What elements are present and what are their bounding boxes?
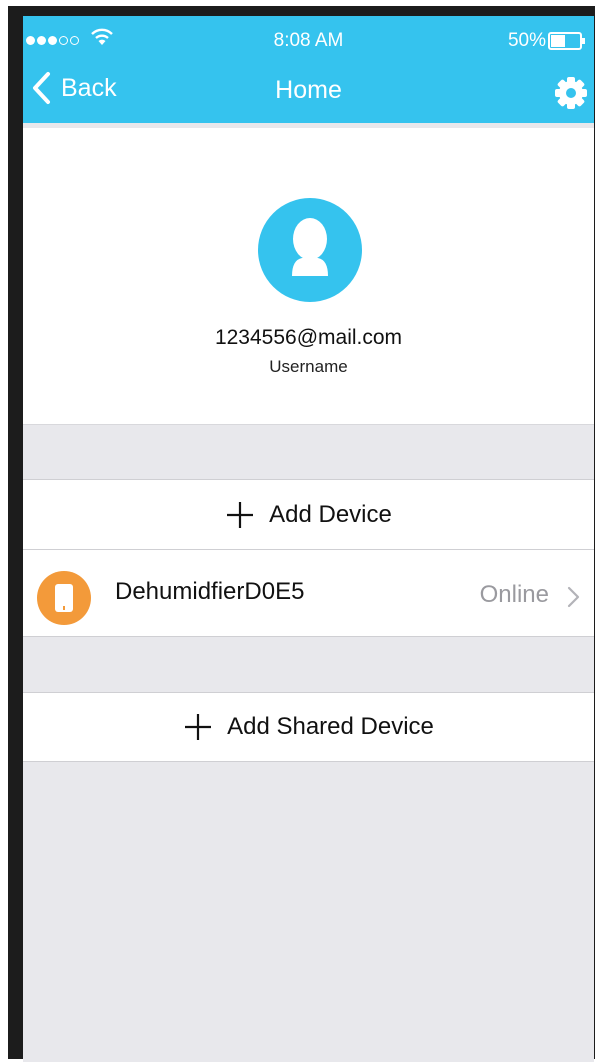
plus-icon [185,714,212,740]
add-device-button[interactable]: Add Device [23,479,594,550]
device-frame: 8:08 AM 50% Back Home 1234556@mail.com U… [8,6,595,1062]
battery-percent: 50% [507,30,546,51]
navigation-bar: Back Home [23,56,594,123]
account-email: 1234556@mail.com [214,326,403,349]
dehumidifier-icon [37,571,91,625]
device-status: Online [479,581,549,608]
device-list-item[interactable]: DehumidfierD0E5 Online [23,549,594,637]
add-shared-device-button[interactable]: Add Shared Device [23,692,594,762]
plus-icon [227,501,254,528]
add-device-label: Add Device [269,500,392,528]
avatar[interactable] [258,198,362,302]
page-title: Home [275,76,342,104]
gear-icon[interactable] [554,76,588,110]
top-bar: 8:08 AM 50% Back Home [23,16,594,123]
battery-icon [548,32,585,50]
account-username: Username [269,357,348,376]
device-name: DehumidfierD0E5 [115,578,305,605]
profile-card: 1234556@mail.com Username [23,128,594,425]
add-shared-device-label: Add Shared Device [227,713,434,740]
status-bar: 8:08 AM 50% [23,16,594,56]
user-icon [292,218,328,276]
app-screen: 8:08 AM 50% Back Home 1234556@mail.com U… [23,16,594,1062]
chevron-right-icon [567,586,580,608]
